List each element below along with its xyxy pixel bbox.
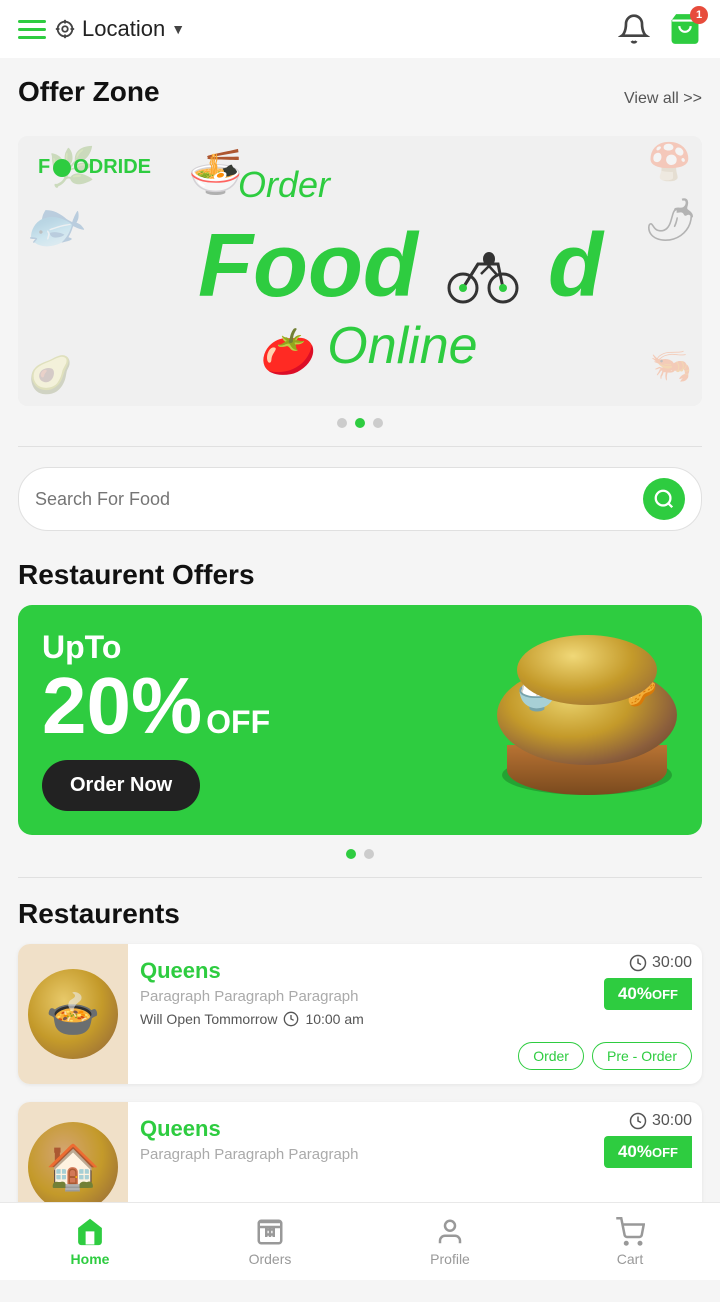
food-image-icon: 🍜 — [188, 146, 243, 198]
hamburger-icon[interactable] — [18, 20, 46, 39]
tomato-icon: 🍅 — [258, 320, 313, 380]
home-icon — [75, 1217, 105, 1247]
header-right: 1 — [618, 12, 702, 46]
restaurants-section: Restaurents 🍲 Queens Paragraph Paragraph… — [18, 898, 702, 1222]
nav-cart-label: Cart — [617, 1251, 643, 1267]
restaurant-offers-banner: UpTo 20% OFF Order Now 🍚 🌿 🥜 — [18, 605, 702, 835]
main-content: Offer Zone View all >> 🌿 🐟 🥑 🍄 🌶 🦐 F ODR… — [0, 58, 720, 1302]
discount-badge-2: 40%OFF — [604, 1136, 692, 1168]
banner-dots — [18, 418, 702, 428]
nav-orders-label: Orders — [249, 1251, 292, 1267]
avocado-sketch: 🥑 — [28, 354, 73, 396]
orders-icon — [255, 1217, 285, 1247]
profile-icon — [435, 1217, 465, 1247]
delivery-time-2: 30:00 — [629, 1112, 692, 1130]
restaurant-offers-title: Restaurent Offers — [18, 559, 702, 591]
banner-online-text: 🍅 Online — [258, 316, 478, 376]
search-button[interactable] — [643, 478, 685, 520]
cart-badge: 1 — [690, 6, 708, 24]
restaurant-image-1: 🍲 — [18, 944, 128, 1084]
dot-3[interactable] — [373, 418, 383, 428]
banner-food-text: Food — [198, 221, 603, 311]
banner-content: 🌿 🐟 🥑 🍄 🌶 🦐 F ODRIDE 🍜 Order Food — [18, 136, 702, 406]
search-icon — [653, 488, 675, 510]
delivery-time-1: 30:00 — [629, 954, 692, 972]
restaurant-card-1: 🍲 Queens Paragraph Paragraph Paragraph W… — [18, 944, 702, 1084]
discount-badge-1: 40%OFF — [604, 978, 692, 1010]
offer-dot-1[interactable] — [346, 849, 356, 859]
food-circle-1: 🍲 — [28, 969, 118, 1059]
header: Location ▼ 1 — [0, 0, 720, 58]
restaurants-title: Restaurents — [18, 898, 702, 930]
clock-icon-1 — [629, 954, 647, 972]
offer-dot-2[interactable] — [364, 849, 374, 859]
target-icon — [54, 18, 76, 40]
offer-zone-header: Offer Zone View all >> — [18, 76, 702, 122]
banner-slider[interactable]: 🌿 🐟 🥑 🍄 🌶 🦐 F ODRIDE 🍜 Order Food — [18, 136, 702, 406]
pepper-sketch: 🌶 — [644, 196, 697, 245]
location-text: Location — [82, 16, 165, 42]
restaurant-meta-1: 30:00 40%OFF — [604, 944, 702, 1084]
biryani-image: 🍚 🌿 🥜 — [492, 615, 692, 795]
nav-home-label: Home — [71, 1251, 110, 1267]
nav-profile[interactable]: Profile — [410, 1217, 490, 1267]
divider-2 — [18, 877, 702, 878]
dot-2[interactable] — [355, 418, 365, 428]
nav-home[interactable]: Home — [50, 1217, 130, 1267]
divider-1 — [18, 446, 702, 447]
offer-off: OFF — [206, 704, 270, 741]
banner-logo: F ODRIDE — [38, 156, 151, 179]
mushroom-sketch: 🍄 — [647, 141, 692, 183]
bottom-nav: Home Orders Profile Cart — [0, 1202, 720, 1280]
bell-icon — [618, 13, 650, 45]
offer-order-button[interactable]: Order Now — [42, 760, 200, 811]
shrimp-sketch: 🦐 — [650, 346, 692, 386]
nav-cart[interactable]: Cart — [590, 1217, 670, 1267]
food-emoji-2: 🏠 — [46, 1141, 101, 1193]
order-button-1[interactable]: Order — [518, 1042, 584, 1070]
dot-1[interactable] — [337, 418, 347, 428]
chevron-down-icon: ▼ — [171, 21, 185, 37]
nav-cart-icon — [615, 1217, 645, 1247]
food-circle-2: 🏠 — [28, 1122, 118, 1212]
cyclist-icon — [443, 244, 523, 304]
banner-order-text: Order — [238, 164, 330, 206]
nav-orders[interactable]: Orders — [230, 1217, 310, 1267]
food-emoji-1: 🍲 — [46, 988, 101, 1040]
header-left: Location ▼ — [18, 16, 185, 42]
nav-profile-label: Profile — [430, 1251, 470, 1267]
view-all-link[interactable]: View all >> — [624, 90, 702, 108]
notification-button[interactable] — [618, 13, 650, 45]
offer-percent: 20% — [42, 666, 202, 746]
search-input[interactable] — [35, 489, 643, 510]
clock-icon-2 — [629, 1112, 647, 1130]
offer-dots — [18, 849, 702, 859]
search-bar — [18, 467, 702, 531]
location-selector[interactable]: Location ▼ — [54, 16, 185, 42]
cart-button[interactable]: 1 — [668, 12, 702, 46]
fish-sketch: 🐟 — [18, 187, 93, 264]
offer-zone-title: Offer Zone — [18, 76, 160, 108]
clock-small-icon — [283, 1011, 299, 1027]
